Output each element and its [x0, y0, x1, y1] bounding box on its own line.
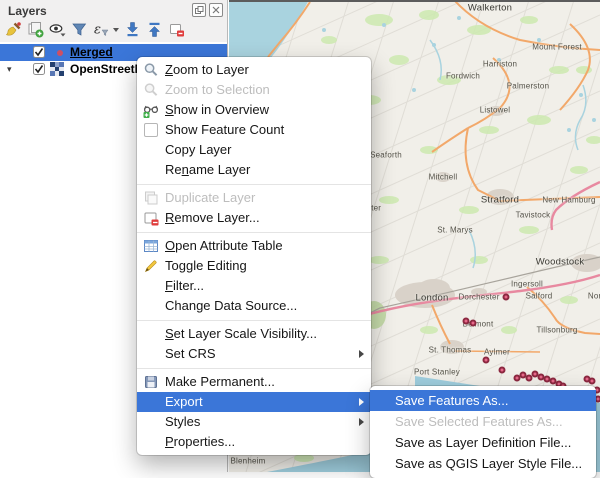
map-place-label: Palmerston	[507, 82, 549, 91]
menu-item-zoom-to-selection[interactable]: Zoom to Selection	[137, 80, 371, 100]
menu-item-save-selected-features-as[interactable]: Save Selected Features As...	[370, 411, 596, 432]
menu-item-properties[interactable]: Properties...	[137, 432, 371, 452]
map-place-label: Walkerton	[468, 3, 512, 14]
menu-separator	[137, 316, 371, 324]
expression-dropdown-icon[interactable]	[113, 28, 119, 32]
map-place-label: New Hamburg	[542, 196, 595, 205]
map-place-label: Harriston	[483, 60, 517, 69]
menu-item-save-as-layer-definition-file[interactable]: Save as Layer Definition File...	[370, 432, 596, 453]
map-place-label: Mount Forest	[532, 43, 582, 52]
layer-checkbox[interactable]	[33, 63, 45, 75]
layer-checkbox[interactable]	[33, 46, 45, 58]
menu-item-export[interactable]: Export	[137, 392, 371, 412]
point-symbol-swatch	[57, 50, 63, 56]
style-manager-icon[interactable]	[5, 21, 22, 38]
map-place-label: Mitchell	[429, 173, 458, 182]
menu-separator	[137, 364, 371, 372]
menu-separator	[137, 228, 371, 236]
menu-item-set-layer-scale-visibility[interactable]: Set Layer Scale Visibility...	[137, 324, 371, 344]
raster-symbol-swatch	[50, 62, 64, 76]
submenu-arrow-icon	[359, 398, 364, 406]
layer-context-menu: Zoom to Layer Zoom to Selection Show in …	[137, 57, 371, 455]
export-submenu: Save Features As... Save Selected Featur…	[370, 386, 596, 478]
collapse-all-icon[interactable]	[146, 21, 163, 38]
point-feature-marker	[589, 378, 596, 385]
duplicate-layer-icon	[143, 190, 159, 206]
map-place-label: Norwich	[588, 292, 600, 301]
submenu-arrow-icon	[359, 418, 364, 426]
floppy-icon	[143, 374, 159, 390]
close-icon	[212, 6, 220, 14]
menu-item-zoom-to-layer[interactable]: Zoom to Layer	[137, 60, 371, 80]
filter-legend-icon[interactable]	[71, 21, 88, 38]
menu-item-remove-layer[interactable]: Remove Layer...	[137, 208, 371, 228]
submenu-arrow-icon	[359, 350, 364, 358]
map-place-label: Woodstock	[536, 257, 585, 268]
expander-icon[interactable]: ▾	[7, 64, 12, 74]
float-icon	[195, 6, 204, 15]
float-panel-button[interactable]	[192, 3, 206, 17]
panel-title: Layers	[8, 4, 47, 18]
menu-item-show-feature-count[interactable]: Show Feature Count	[137, 120, 371, 140]
map-place-label: St. Marys	[437, 226, 473, 235]
menu-item-set-crs[interactable]: Set CRS	[137, 344, 371, 364]
add-group-icon[interactable]	[27, 21, 44, 38]
menu-item-save-as-qgis-layer-style-file[interactable]: Save as QGIS Layer Style File...	[370, 453, 596, 474]
menu-item-filter[interactable]: Filter...	[137, 276, 371, 296]
svg-text:ε: ε	[94, 23, 101, 38]
feature-count-checkbox	[143, 122, 159, 138]
map-place-label: Fordwich	[446, 72, 480, 81]
point-feature-marker	[463, 318, 470, 325]
expand-all-icon[interactable]	[124, 21, 141, 38]
layer-name: Merged	[70, 45, 113, 59]
pencil-icon	[143, 258, 159, 274]
map-place-label: London	[416, 293, 449, 304]
menu-item-change-data-source[interactable]: Change Data Source...	[137, 296, 371, 316]
manage-map-themes-icon[interactable]	[49, 21, 66, 38]
layers-toolbar: ε	[5, 21, 185, 38]
show-in-overview-icon	[143, 102, 159, 118]
map-place-label: Seaforth	[370, 151, 402, 160]
menu-item-show-in-overview[interactable]: Show in Overview	[137, 100, 371, 120]
map-place-label: Dorchester	[458, 293, 499, 302]
map-place-label: Aylmer	[484, 348, 510, 357]
zoom-to-layer-icon	[143, 62, 159, 78]
point-feature-marker	[470, 320, 477, 327]
point-feature-marker	[483, 357, 490, 364]
remove-layer-icon	[143, 210, 159, 226]
menu-item-open-attribute-table[interactable]: Open Attribute Table	[137, 236, 371, 256]
map-place-label: Listowel	[480, 106, 511, 115]
map-place-label: St. Thomas	[429, 346, 472, 355]
menu-item-duplicate-layer[interactable]: Duplicate Layer	[137, 188, 371, 208]
map-place-label: Port Stanley	[414, 368, 460, 377]
menu-item-copy-layer[interactable]: Copy Layer	[137, 140, 371, 160]
map-place-label: Tillsonburg	[536, 326, 577, 335]
menu-item-make-permanent[interactable]: Make Permanent...	[137, 372, 371, 392]
attribute-table-icon	[143, 238, 159, 254]
remove-layer-group-icon[interactable]	[168, 21, 185, 38]
menu-item-rename-layer[interactable]: Rename Layer	[137, 160, 371, 180]
map-place-label: Salford	[526, 292, 553, 301]
menu-item-styles[interactable]: Styles	[137, 412, 371, 432]
menu-item-toggle-editing[interactable]: Toggle Editing	[137, 256, 371, 276]
qgis-window: { "panel": { "title": "Layers", "window_…	[0, 0, 600, 472]
filter-by-expression-icon[interactable]: ε	[93, 21, 110, 38]
map-place-label: Stratford	[481, 195, 519, 206]
menu-item-save-features-as[interactable]: Save Features As...	[370, 390, 596, 411]
map-place-label: Blenheim	[231, 457, 266, 466]
zoom-to-selection-icon	[143, 82, 159, 98]
map-place-label: Ingersoll	[511, 280, 543, 289]
menu-separator	[137, 180, 371, 188]
point-feature-marker	[503, 294, 510, 301]
map-place-label: Tavistock	[516, 211, 551, 220]
close-panel-button[interactable]	[209, 3, 223, 17]
point-feature-marker	[499, 367, 506, 374]
